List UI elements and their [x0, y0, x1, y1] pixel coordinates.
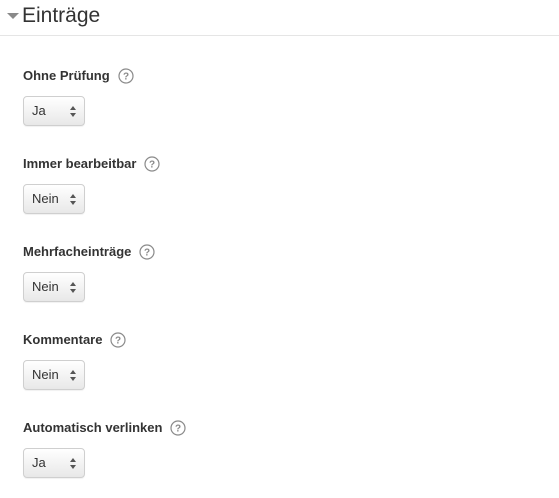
svg-text:?: ?	[115, 336, 121, 347]
help-icon[interactable]: ?	[110, 332, 127, 348]
field-label-row: Mehrfacheinträge ?	[23, 243, 155, 261]
field-label-row: Kommentare ?	[23, 331, 127, 349]
select-arrows-icon	[70, 106, 77, 118]
select-value: Ja	[32, 455, 46, 470]
field-kommentare: Kommentare ? Nein	[23, 331, 543, 395]
svg-text:?: ?	[149, 160, 155, 171]
field-ohne-pruefung: Ohne Prüfung ? Ja	[23, 67, 543, 131]
field-label: Mehrfacheinträge	[23, 244, 132, 259]
select-value: Nein	[32, 279, 59, 294]
field-label: Ohne Prüfung	[23, 68, 110, 83]
field-label: Kommentare	[23, 332, 103, 347]
field-label-row: Ohne Prüfung ?	[23, 67, 134, 85]
caret-down-icon[interactable]	[7, 13, 19, 19]
select-value: Nein	[32, 191, 59, 206]
select-arrows-icon	[70, 458, 77, 470]
help-icon[interactable]: ?	[144, 156, 161, 172]
field-label: Immer bearbeitbar	[23, 156, 137, 171]
field-automatisch-verlinken: Automatisch verlinken ? Ja	[23, 419, 543, 483]
select-arrows-icon	[70, 370, 77, 382]
select-arrows-icon	[70, 282, 77, 294]
field-label: Automatisch verlinken	[23, 420, 163, 435]
svg-text:?: ?	[175, 424, 181, 435]
field-mehrfacheintraege: Mehrfacheinträge ? Nein	[23, 243, 543, 307]
field-immer-bearbeitbar: Immer bearbeitbar ? Nein	[23, 155, 543, 219]
help-icon[interactable]: ?	[139, 244, 155, 260]
svg-text:?: ?	[123, 72, 129, 83]
select-value: Nein	[32, 367, 59, 382]
section-header-eintraege[interactable]: Einträge	[0, 0, 559, 36]
section-title: Einträge	[22, 4, 101, 27]
select-immer-bearbeitbar[interactable]: Nein	[23, 184, 85, 214]
field-label-row: Automatisch verlinken ?	[23, 419, 187, 437]
select-arrows-icon	[70, 194, 77, 206]
help-icon[interactable]: ?	[170, 420, 187, 436]
svg-text:?: ?	[144, 248, 150, 259]
select-kommentare[interactable]: Nein	[23, 360, 85, 390]
select-automatisch-verlinken[interactable]: Ja	[23, 448, 85, 478]
select-mehrfacheintraege[interactable]: Nein	[23, 272, 85, 302]
select-value: Ja	[32, 103, 46, 118]
help-icon[interactable]: ?	[118, 68, 134, 84]
select-ohne-pruefung[interactable]: Ja	[23, 96, 85, 126]
field-label-row: Immer bearbeitbar ?	[23, 155, 161, 173]
